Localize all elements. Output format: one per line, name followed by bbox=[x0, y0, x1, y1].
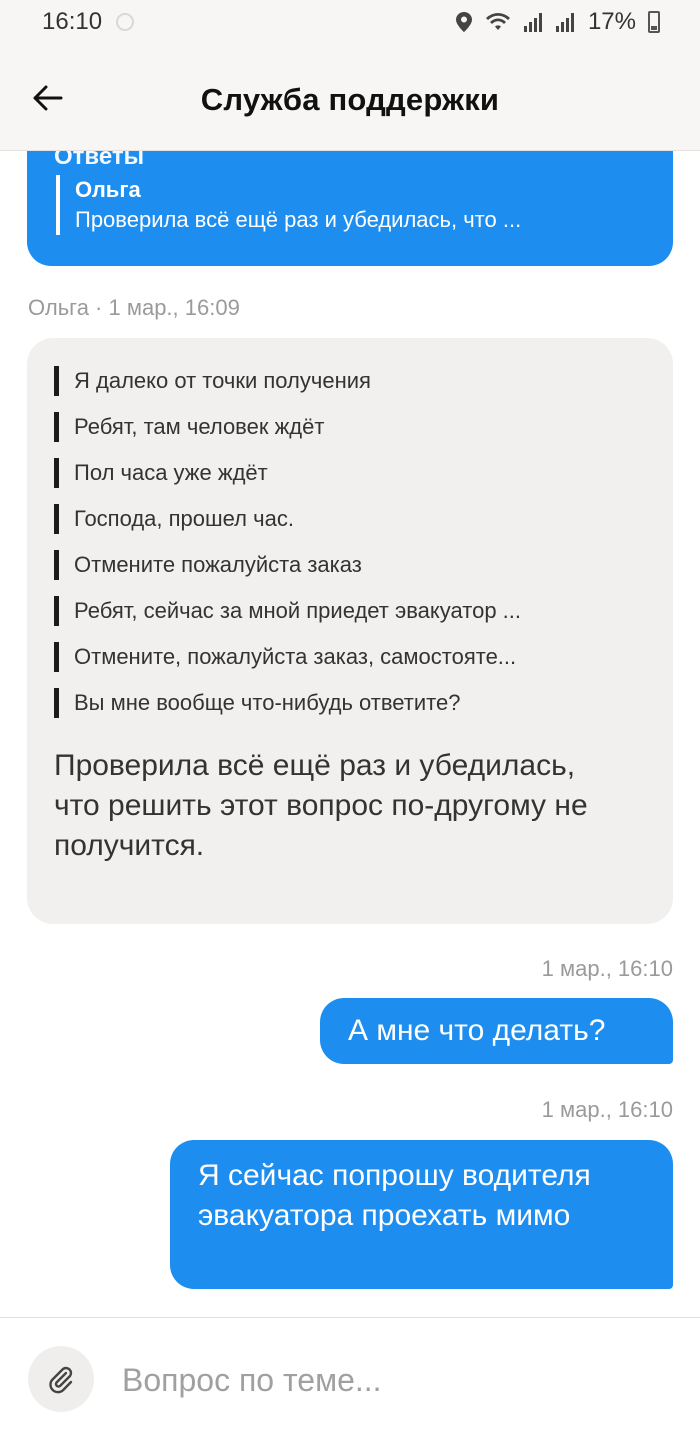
battery-icon bbox=[648, 11, 660, 33]
quote-author: Ольга bbox=[75, 177, 141, 202]
quote-item[interactable]: Отмените пожалуйста заказ bbox=[54, 550, 362, 580]
quote-item[interactable]: Ребят, там человек ждёт bbox=[54, 412, 324, 442]
signal-icon-2 bbox=[555, 13, 574, 32]
agent-message-text: Проверила всё ещё раз и убедилась, что р… bbox=[54, 749, 588, 862]
app-bar: Служба поддержки bbox=[0, 44, 700, 151]
quote-item-text: Пол часа уже ждёт bbox=[74, 460, 268, 485]
quote-text: Проверила всё ещё раз и убедилась, что .… bbox=[75, 207, 522, 232]
quote-bar bbox=[54, 412, 59, 442]
user-message-text: Я сейчас попрошу водителя эвакуатора про… bbox=[198, 1159, 591, 1232]
status-bar: 16:10 17% bbox=[0, 0, 700, 44]
quote-item-text: Ребят, сейчас за мной приедет эвакуатор … bbox=[74, 598, 522, 623]
quote-bar bbox=[54, 366, 59, 396]
user-message[interactable]: А мне что делать? bbox=[320, 998, 673, 1064]
message-input[interactable] bbox=[122, 1358, 662, 1402]
quote-item-text: Вы мне вообще что-нибудь ответите? bbox=[74, 690, 461, 715]
user-message-reply[interactable]: Ответы Ольга Проверила всё ещё раз и убе… bbox=[27, 151, 673, 266]
agent-message-meta: Ольга · 1 мар., 16:09 bbox=[28, 295, 240, 320]
quote-bar bbox=[54, 458, 59, 488]
quote-item-text: Ребят, там человек ждёт bbox=[74, 414, 325, 439]
quote-item[interactable]: Господа, прошел час. bbox=[54, 504, 294, 534]
chat-thread[interactable]: Ответы Ольга Проверила всё ещё раз и убе… bbox=[0, 151, 700, 1317]
quote-bar bbox=[56, 175, 60, 235]
quote-item[interactable]: Ребят, сейчас за мной приедет эвакуатор … bbox=[54, 596, 521, 626]
paperclip-icon bbox=[49, 1366, 73, 1394]
user-message-text: А мне что делать? bbox=[348, 1014, 606, 1047]
status-icons: 17% bbox=[455, 8, 660, 36]
location-icon bbox=[455, 12, 472, 32]
agent-message[interactable]: Я далеко от точки получения Ребят, там ч… bbox=[27, 338, 673, 924]
attach-button[interactable] bbox=[28, 1346, 94, 1412]
quote-bar bbox=[54, 504, 59, 534]
quote-item-text: Отмените пожалуйста заказ bbox=[74, 552, 362, 577]
user-message[interactable]: Я сейчас попрошу водителя эвакуатора про… bbox=[170, 1140, 673, 1289]
quote-bar bbox=[54, 596, 59, 626]
user-message-meta: 1 мар., 16:10 bbox=[541, 1097, 673, 1122]
quote-item-text: Отмените, пожалуйста заказ, самостояте..… bbox=[74, 644, 517, 669]
quote-item[interactable]: Я далеко от точки получения bbox=[54, 366, 371, 396]
battery-percent: 17% bbox=[587, 8, 636, 35]
reply-header: Ответы bbox=[54, 151, 145, 170]
status-time: 16:10 bbox=[42, 8, 103, 35]
quote-item[interactable]: Отмените, пожалуйста заказ, самостояте..… bbox=[54, 642, 516, 672]
user-message-meta: 1 мар., 16:10 bbox=[541, 956, 673, 981]
quote-item-text: Я далеко от точки получения bbox=[74, 368, 371, 393]
quote-bar bbox=[54, 642, 59, 672]
quote-item[interactable]: Вы мне вообще что-нибудь ответите? bbox=[54, 688, 460, 718]
signal-icon bbox=[523, 13, 542, 32]
notification-icon bbox=[116, 13, 134, 31]
quote-item[interactable]: Пол часа уже ждёт bbox=[54, 458, 268, 488]
quote-bar bbox=[54, 550, 59, 580]
wifi-icon bbox=[485, 13, 510, 30]
page-title: Служба поддержки bbox=[200, 82, 500, 117]
quote-item-text: Господа, прошел час. bbox=[74, 506, 294, 531]
quote-bar bbox=[54, 688, 59, 718]
composer bbox=[0, 1317, 700, 1440]
